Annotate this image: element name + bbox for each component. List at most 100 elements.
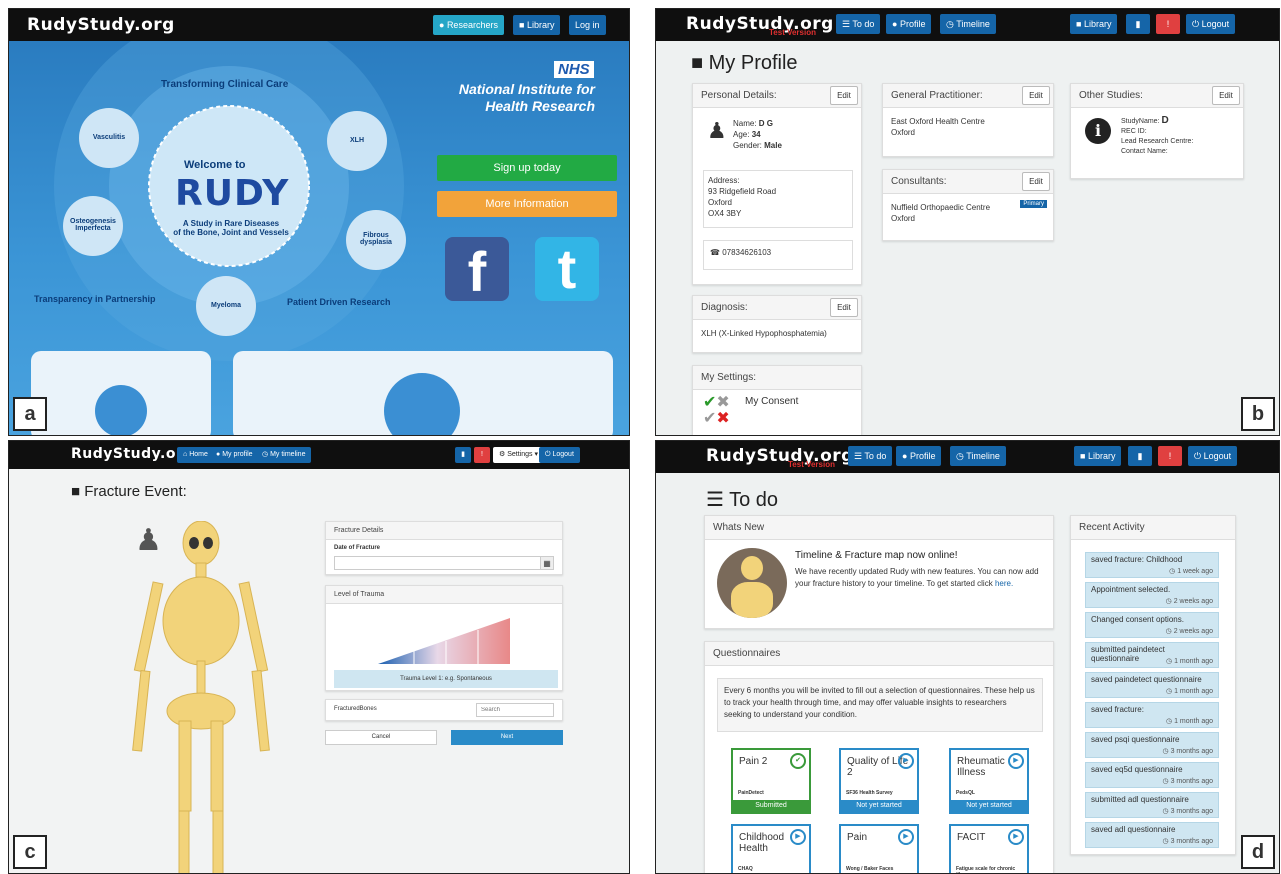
clock-icon: ◷	[1166, 688, 1175, 695]
activity-text: submitted adl questionnaire	[1091, 795, 1189, 804]
date-of-fracture-input[interactable]	[334, 556, 554, 570]
top-navbar: RudyStudy.org ⌂ Home ● My profile ◷ My t…	[9, 441, 629, 469]
play-circle-icon[interactable]: ▶	[898, 753, 914, 769]
questionnaire-card[interactable]: FACITFatigue scale for chronic illness▶	[949, 824, 1029, 873]
trauma-level-slider[interactable]	[326, 608, 562, 668]
library-button[interactable]: ■ Library	[1074, 446, 1122, 466]
cancel-button[interactable]: Cancel	[325, 730, 437, 745]
profile-nav-button[interactable]: ● Profile	[896, 446, 942, 466]
welcome-text: Welcome to	[184, 159, 246, 171]
home-nav-button[interactable]: ⌂ Home	[177, 447, 214, 463]
top-navbar: RudyStudy.org Test Version ☰ To do ● Pro…	[656, 441, 1279, 473]
sign-up-button[interactable]: Sign up today	[437, 155, 617, 181]
book-icon: ■	[1076, 19, 1084, 29]
consent-icons[interactable]: ✔✖ ✔✖	[703, 394, 730, 426]
activity-text: saved fracture: Childhood	[1091, 555, 1183, 564]
questionnaire-card[interactable]: Childhood Health CHAQ ▶	[731, 824, 811, 873]
questionnaire-subtitle: PedsQL	[956, 790, 975, 796]
next-button[interactable]: Next	[451, 730, 563, 745]
clock-icon: ◷	[1162, 778, 1171, 785]
todo-nav-button[interactable]: ☰ To do	[836, 14, 881, 34]
clock-icon: ◷	[1162, 838, 1171, 845]
whats-new-header: Whats New	[705, 516, 1053, 540]
lead-centre-label: Lead Research Centre:	[1121, 138, 1194, 145]
questionnaire-card[interactable]: Rheumatic Illness PedsQL ▶ Not yet started	[949, 748, 1029, 814]
activity-time: ◷ 1 month ago	[1166, 687, 1213, 695]
skeleton-figure[interactable]	[119, 521, 319, 874]
list-icon: ☰	[842, 19, 853, 29]
profile-nav-button[interactable]: ● Profile	[886, 14, 932, 34]
transparency-text: Transparency in Partnership	[34, 294, 156, 304]
clock-icon: ◷	[1162, 748, 1171, 755]
logout-button[interactable]: ⏻ Logout	[1186, 14, 1236, 34]
activity-time-text: 3 months ago	[1170, 748, 1213, 755]
more-information-button[interactable]: More Information	[437, 191, 617, 217]
my-profile-nav-button[interactable]: ● My profile	[210, 447, 259, 463]
alert-icon[interactable]: !	[1156, 14, 1180, 34]
logout-button[interactable]: ⏻ Logout	[1188, 446, 1238, 466]
edit-diagnosis-button[interactable]: Edit	[830, 298, 858, 317]
activity-text: saved psqi questionnaire	[1091, 735, 1180, 744]
questionnaire-status: Submitted	[733, 800, 809, 812]
level-of-trauma-card: Level of Trauma Trauma Level 1: e.g. Spo…	[325, 585, 563, 691]
activity-item: submitted adl questionnaire ◷ 3 months ag…	[1085, 792, 1219, 818]
here-link[interactable]: here.	[995, 579, 1013, 588]
edit-consultants-button[interactable]: Edit	[1022, 172, 1050, 191]
questionnaire-subtitle: PainDetect	[738, 790, 764, 796]
check-circle-icon[interactable]: ✔	[790, 753, 806, 769]
questionnaire-card[interactable]: Quality of Life 2 SF36 Health Survey ▶ Not …	[839, 748, 919, 814]
questionnaire-status: Not yet started	[841, 800, 917, 812]
study-label: StudyName:	[1121, 118, 1160, 125]
search-input[interactable]	[476, 703, 554, 717]
my-timeline-nav-button[interactable]: ◷ My timeline	[256, 447, 312, 463]
facebook-icon[interactable]: f	[445, 237, 509, 303]
todo-nav-button[interactable]: ☰ To do	[848, 446, 893, 466]
address-line-3: OX4 3BY	[708, 209, 742, 218]
activity-item: saved psqi questionnaire ◷ 3 months ago	[1085, 732, 1219, 758]
play-circle-icon[interactable]: ▶	[1008, 829, 1024, 845]
questionnaires-card: Questionnaires Every 6 months you will b…	[704, 641, 1054, 873]
clock-icon: ◷	[1165, 598, 1174, 605]
settings-dropdown[interactable]: ⚙ Settings ▾	[493, 447, 544, 463]
site-logo[interactable]: RudyStudy.org	[27, 15, 175, 35]
other-studies-card: Other Studies: Edit i StudyName: D REC I…	[1070, 83, 1244, 179]
edit-gp-button[interactable]: Edit	[1022, 86, 1050, 105]
site-logo[interactable]: RudyStudy.org	[71, 446, 194, 462]
messages-icon[interactable]: ▮	[455, 447, 471, 463]
clock-icon: ◷	[956, 451, 967, 461]
skeleton-thumbnail	[717, 548, 787, 618]
login-button[interactable]: Log in	[569, 15, 606, 35]
book-icon: ■	[519, 20, 527, 30]
twitter-icon[interactable]: t	[535, 237, 599, 301]
logout-button[interactable]: ⏻ Logout	[539, 447, 580, 463]
timeline-nav-button[interactable]: ◷ Timeline	[940, 14, 996, 34]
timeline-nav-button[interactable]: ◷ Timeline	[950, 446, 1006, 466]
researchers-button[interactable]: ● Researchers	[433, 15, 504, 35]
play-circle-icon[interactable]: ▶	[898, 829, 914, 845]
alert-icon[interactable]: !	[1158, 446, 1182, 466]
questionnaire-card[interactable]: Pain 2 PainDetect ✔ Submitted	[731, 748, 811, 814]
circle-myeloma: Myeloma	[211, 302, 241, 309]
play-circle-icon[interactable]: ▶	[790, 829, 806, 845]
messages-icon[interactable]: ▮	[1128, 446, 1152, 466]
study-value: D	[1161, 115, 1169, 126]
alert-icon[interactable]: !	[474, 447, 490, 463]
questionnaire-card[interactable]: Pain Wong / Baker Faces ▶	[839, 824, 919, 873]
tagline-line-1: A Study in Rare Diseases	[182, 219, 280, 228]
questionnaire-subtitle: CHAQ	[738, 866, 753, 872]
messages-icon[interactable]: ▮	[1126, 14, 1150, 34]
page-title: ☰ To do	[706, 487, 778, 512]
library-button[interactable]: ■ Library	[1070, 14, 1118, 34]
panel-label-b: b	[1241, 397, 1275, 431]
calendar-icon[interactable]: ▦	[540, 556, 554, 570]
play-circle-icon[interactable]: ▶	[1008, 753, 1024, 769]
fractured-bones-label: FracturedBones	[334, 706, 377, 712]
clock-icon: ◷	[1162, 808, 1171, 815]
activity-time-text: 3 months ago	[1170, 778, 1213, 785]
edit-other-studies-button[interactable]: Edit	[1212, 86, 1240, 105]
personal-info: Name: D G Age: 34 Gender: Male	[733, 118, 782, 151]
library-label: Library	[1087, 451, 1116, 461]
library-button[interactable]: ■ Library	[513, 15, 561, 35]
activity-text: submitted paindetect questionnaire	[1091, 645, 1165, 663]
edit-personal-button[interactable]: Edit	[830, 86, 858, 105]
